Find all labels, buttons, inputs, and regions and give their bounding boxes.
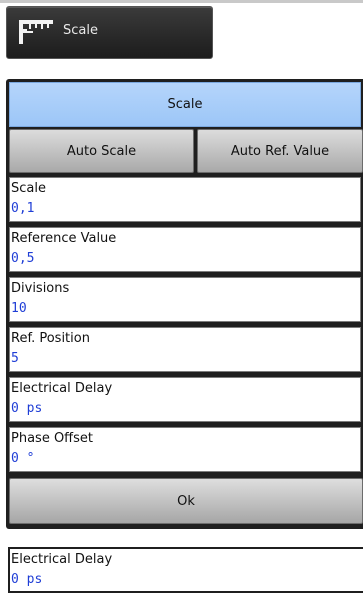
electrical-delay-field-standalone[interactable]: Electrical Delay 0 ps [8, 547, 363, 593]
field-label: Phase Offset [11, 431, 94, 446]
phase-offset-field[interactable]: Phase Offset 0 ° [9, 427, 361, 472]
scale-field[interactable]: Scale 0,1 [9, 177, 361, 222]
field-value: 0 ° [11, 451, 35, 466]
field-label: Electrical Delay [11, 381, 113, 396]
scale-ruler-icon [19, 20, 53, 44]
scale-softkey-label: Scale [63, 23, 98, 38]
field-value: 0,5 [11, 251, 35, 266]
reference-value-field[interactable]: Reference Value 0,5 [9, 227, 361, 272]
field-label: Electrical Delay [11, 552, 113, 567]
field-value: 5 [11, 351, 19, 366]
ref-position-field[interactable]: Ref. Position 5 [9, 327, 361, 372]
field-value: 10 [11, 301, 27, 316]
field-value: 0 ps [11, 401, 43, 416]
field-label: Reference Value [11, 231, 117, 246]
divisions-field[interactable]: Divisions 10 [9, 277, 361, 322]
auto-buttons-row: Auto Scale Auto Ref. Value [9, 129, 363, 173]
top-divider [0, 0, 363, 3]
field-label: Divisions [11, 281, 70, 296]
field-label: Ref. Position [11, 331, 90, 346]
field-value: 0,1 [11, 201, 35, 216]
field-value: 0 ps [11, 572, 43, 587]
ok-button[interactable]: Ok [9, 478, 363, 524]
auto-scale-button[interactable]: Auto Scale [9, 129, 194, 173]
auto-ref-value-button[interactable]: Auto Ref. Value [197, 129, 363, 173]
scale-menu-panel: Scale Auto Scale Auto Ref. Value Scale 0… [6, 79, 363, 529]
field-label: Scale [11, 181, 46, 196]
scale-softkey-button[interactable]: Scale [6, 6, 213, 59]
electrical-delay-field[interactable]: Electrical Delay 0 ps [9, 377, 361, 422]
panel-title: Scale [9, 82, 361, 127]
